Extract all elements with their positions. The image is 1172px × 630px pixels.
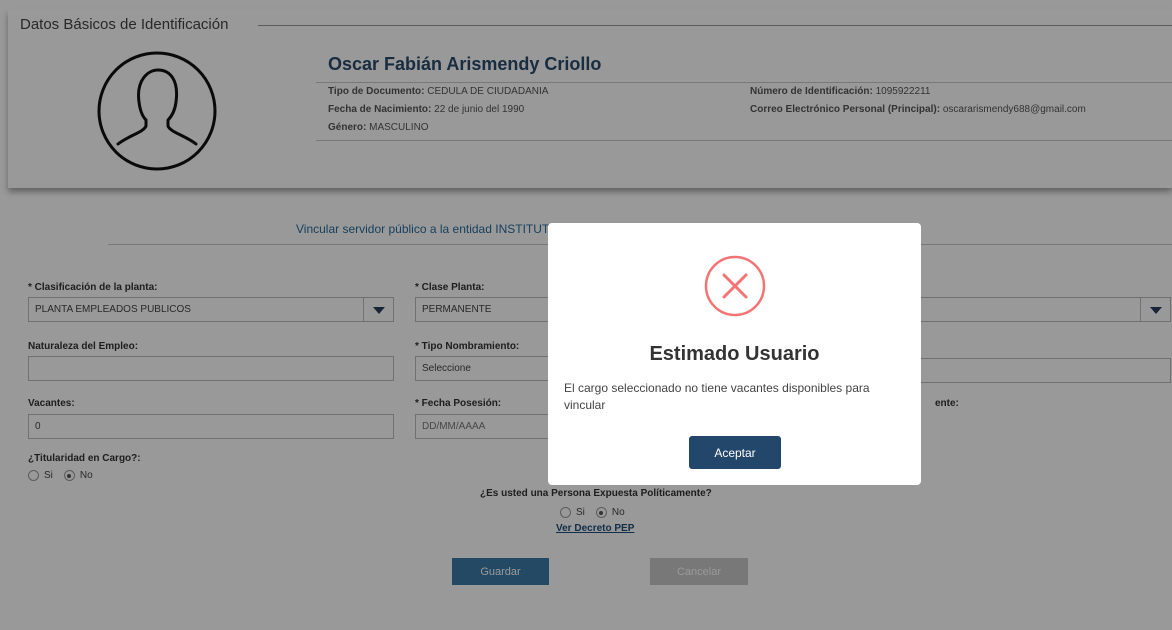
page: Datos Básicos de Identificación Oscar Fa… (0, 0, 1172, 630)
accept-button[interactable]: Aceptar (689, 436, 781, 469)
alert-dialog: Estimado Usuario El cargo seleccionado n… (548, 223, 921, 485)
dialog-message: El cargo seleccionado no tiene vacantes … (564, 381, 870, 412)
error-x-icon (704, 255, 766, 317)
dialog-title: Estimado Usuario (649, 343, 820, 365)
